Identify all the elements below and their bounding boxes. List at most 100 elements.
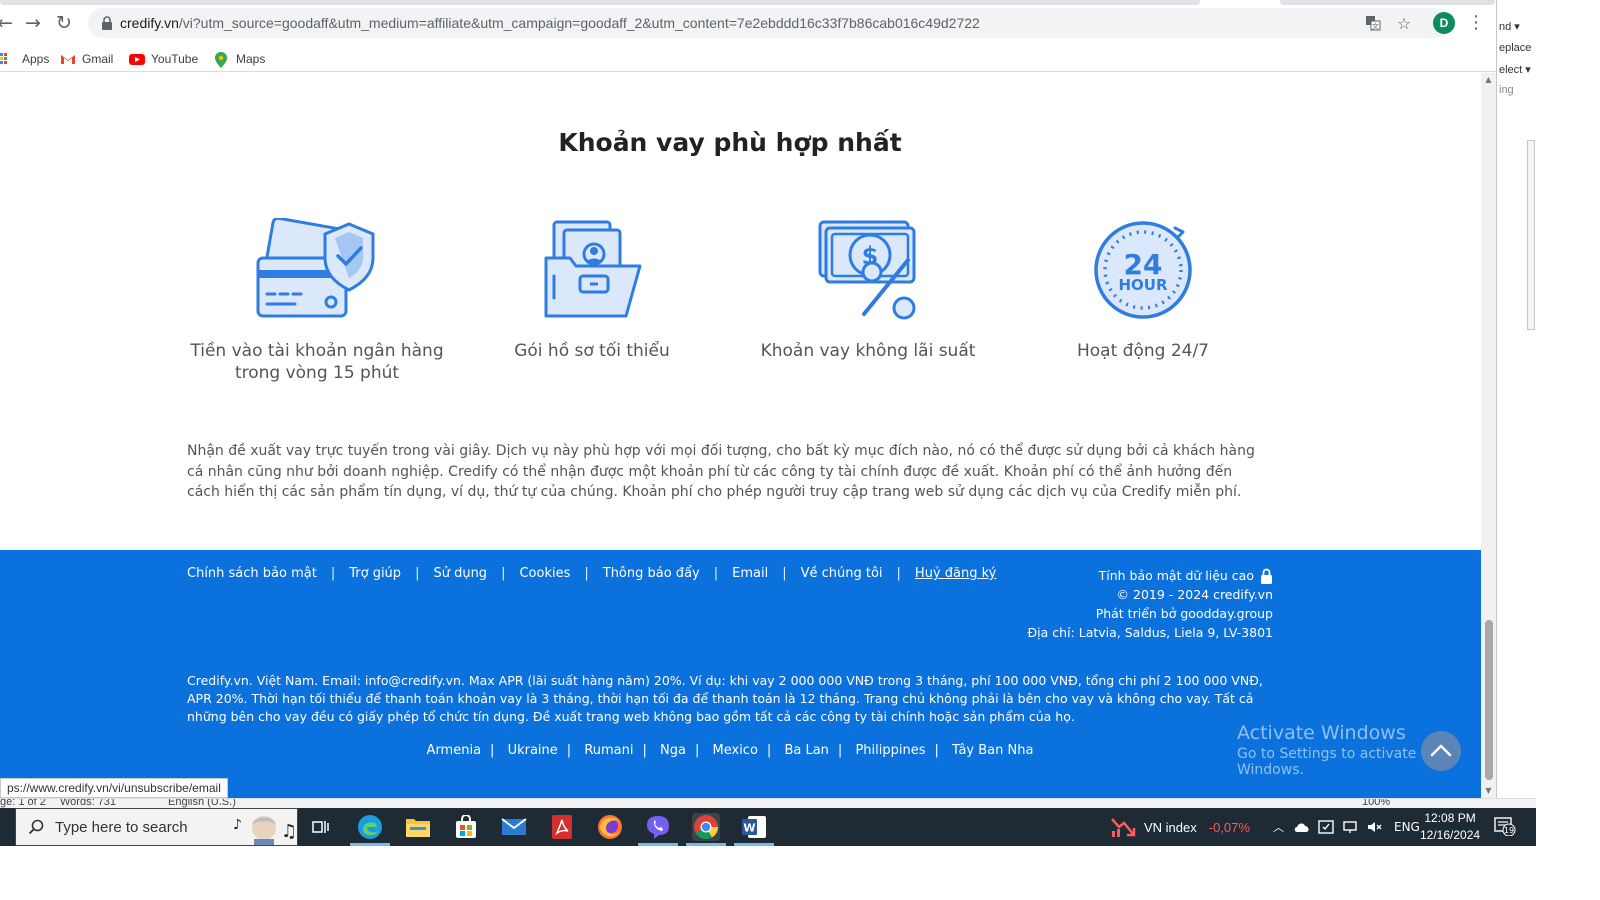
footer-link-privacy[interactable]: Chính sách bảo mật bbox=[187, 566, 317, 581]
network-icon[interactable] bbox=[1342, 819, 1358, 835]
acrobat-icon[interactable] bbox=[548, 813, 576, 841]
country-link[interactable]: Philippines bbox=[855, 743, 925, 758]
svg-text:文: 文 bbox=[1372, 22, 1379, 31]
money-percent-icon: $ bbox=[818, 220, 916, 320]
volume-muted-icon[interactable] bbox=[1366, 819, 1382, 835]
word-status-bar: ge: 1 of 2 Words: 731 English (U.S.) 100… bbox=[0, 798, 1536, 808]
bookmark-maps[interactable]: Maps bbox=[214, 50, 265, 68]
country-link[interactable]: Armenia bbox=[427, 743, 482, 758]
bookmark-gmail[interactable]: Gmail bbox=[60, 50, 113, 68]
screen: { "browser": { "url_host": "credify.vn",… bbox=[0, 0, 1600, 900]
store-icon[interactable] bbox=[452, 813, 480, 841]
windows-taskbar: Type here to search ♪ ♫ W VN index -0,07… bbox=[0, 808, 1536, 846]
word-replace-button[interactable]: eplace bbox=[1499, 42, 1531, 54]
word-group-label: ing bbox=[1499, 84, 1514, 96]
feature-minimal-docs: Gói hồ sơ tối thiểu bbox=[452, 218, 732, 362]
footer-link-push[interactable]: Thông báo đẩy bbox=[603, 566, 700, 581]
footer-link-terms[interactable]: Sử dụng bbox=[433, 566, 487, 581]
browser-menu-icon[interactable]: ⋮ bbox=[1466, 12, 1486, 34]
lock-icon bbox=[102, 16, 112, 30]
footer-link-email[interactable]: Email bbox=[732, 566, 768, 581]
address-bar[interactable]: credify.vn/vi?utm_source=goodaff&utm_med… bbox=[88, 8, 1450, 38]
feature-label: Tiền vào tài khoản ngân hàng trong vòng … bbox=[190, 341, 444, 383]
defender-icon[interactable] bbox=[1318, 819, 1334, 835]
stock-chart-icon bbox=[1111, 818, 1136, 837]
scrollbar-thumb[interactable] bbox=[1485, 620, 1493, 780]
card-shield-icon bbox=[256, 218, 375, 318]
service-description: Nhận đề xuất vay trực tuyến trong vài gi… bbox=[187, 443, 1255, 500]
tab-strip bbox=[0, 0, 1200, 5]
notification-center-icon[interactable]: 19 bbox=[1494, 816, 1516, 836]
copyright: © 2019 - 2024 credify.vn bbox=[1116, 587, 1273, 602]
link-status-bubble: ps://www.credify.vn/vi/unsubscribe/email bbox=[0, 778, 228, 798]
company-address: Địa chỉ: Latvia, Saldus, Liela 9, LV-380… bbox=[1027, 625, 1274, 640]
taskbar-clock[interactable]: 12:08 PM 12/16/2024 bbox=[1420, 810, 1480, 844]
country-link[interactable]: Ukraine bbox=[508, 743, 558, 758]
developer: Phát triển bở goodday.group bbox=[1095, 606, 1273, 621]
onedrive-icon[interactable] bbox=[1294, 821, 1310, 833]
svg-text:W: W bbox=[743, 822, 755, 835]
bookmark-apps[interactable]: Apps bbox=[0, 50, 49, 68]
country-link[interactable]: Nga bbox=[660, 743, 686, 758]
country-link[interactable]: Rumani bbox=[584, 743, 633, 758]
word-select-button[interactable]: elect ▾ bbox=[1499, 63, 1531, 76]
notification-count: 19 bbox=[1504, 826, 1514, 835]
country-link[interactable]: Ba Lan bbox=[784, 743, 828, 758]
file-explorer-icon[interactable] bbox=[404, 813, 432, 841]
feature-label: Khoản vay không lãi suất bbox=[760, 341, 976, 361]
country-link[interactable]: Mexico bbox=[713, 743, 758, 758]
chrome-icon[interactable] bbox=[686, 813, 726, 846]
tray-overflow-icon[interactable]: ︿ bbox=[1273, 819, 1284, 835]
apps-grid-icon bbox=[0, 52, 16, 66]
security-note: Tính bảo mật dữ liệu cao bbox=[1028, 566, 1274, 585]
reload-icon[interactable]: ↻ bbox=[51, 10, 77, 36]
firefox-icon[interactable] bbox=[596, 813, 624, 841]
word-ruler-scroll[interactable] bbox=[1527, 140, 1535, 330]
footer-link-unsubscribe[interactable]: Huỷ đăng ký bbox=[915, 566, 996, 581]
word-find-button[interactable]: nd ▾ bbox=[1499, 20, 1520, 33]
word-icon[interactable]: W bbox=[734, 813, 774, 846]
feature-label: Gói hồ sơ tối thiểu bbox=[514, 341, 670, 361]
mail-icon[interactable] bbox=[500, 813, 528, 841]
word-language: English (U.S.) bbox=[168, 798, 236, 808]
profile-avatar[interactable]: D bbox=[1433, 12, 1455, 34]
task-view-icon[interactable] bbox=[307, 813, 335, 841]
forward-icon[interactable]: → bbox=[20, 10, 46, 36]
country-link[interactable]: Tây Ban Nha bbox=[952, 743, 1033, 758]
maps-pin-icon bbox=[214, 52, 230, 68]
stock-widget[interactable]: VN index -0,07% bbox=[1110, 808, 1250, 846]
feature-label: Hoạt động 24/7 bbox=[1076, 341, 1209, 361]
padlock-icon bbox=[1261, 568, 1272, 584]
bookmarks-bar: Apps Gmail YouTube Maps bbox=[0, 46, 1500, 72]
search-icon bbox=[28, 819, 44, 835]
edge-icon[interactable] bbox=[350, 813, 390, 846]
tab-strip-end bbox=[1280, 0, 1495, 5]
word-zoom: 100% bbox=[1362, 798, 1391, 808]
word-page-count: ge: 1 of 2 bbox=[0, 798, 46, 808]
translate-icon[interactable]: 文 bbox=[1363, 13, 1383, 33]
chevron-up-icon bbox=[1430, 744, 1452, 757]
back-icon[interactable]: ← bbox=[0, 10, 18, 36]
svg-text:♫: ♫ bbox=[281, 821, 297, 842]
footer-link-cookies[interactable]: Cookies bbox=[519, 566, 570, 581]
viber-icon[interactable] bbox=[638, 813, 678, 846]
scroll-to-top-button[interactable] bbox=[1421, 731, 1461, 771]
scroll-down-arrow-icon[interactable]: ▼ bbox=[1484, 786, 1493, 795]
desktop-blank-right bbox=[1536, 0, 1600, 900]
web-page: Khoản vay phù hợp nhất Tiền vào tài khoả… bbox=[0, 73, 1481, 800]
scroll-up-arrow-icon[interactable]: ▲ bbox=[1484, 75, 1493, 84]
feature-zero-interest: $ Khoản vay không lãi suất bbox=[728, 218, 1008, 362]
24-hour-icon: 24 HOUR bbox=[1094, 221, 1192, 319]
language-indicator[interactable]: ENG bbox=[1394, 820, 1420, 834]
youtube-icon bbox=[129, 52, 145, 66]
feature-24-7: 24 HOUR Hoạt động 24/7 bbox=[1003, 218, 1283, 362]
footer-link-about[interactable]: Về chúng tôi bbox=[801, 566, 883, 581]
section-title: Khoản vay phù hợp nhất bbox=[558, 128, 902, 157]
page-scrollbar[interactable]: ▲ ▼ bbox=[1481, 73, 1496, 800]
taskbar-search-box[interactable]: Type here to search ♪ ♫ bbox=[15, 808, 298, 846]
bookmark-youtube[interactable]: YouTube bbox=[129, 50, 198, 68]
search-highlight-icon: ♪ ♫ bbox=[233, 816, 297, 845]
footer-link-help[interactable]: Trợ giúp bbox=[349, 566, 401, 581]
bookmark-star-icon[interactable]: ☆ bbox=[1394, 13, 1414, 33]
browser-toolbar: ← → ↻ credify.vn/vi?utm_source=goodaff&u… bbox=[0, 0, 1500, 46]
